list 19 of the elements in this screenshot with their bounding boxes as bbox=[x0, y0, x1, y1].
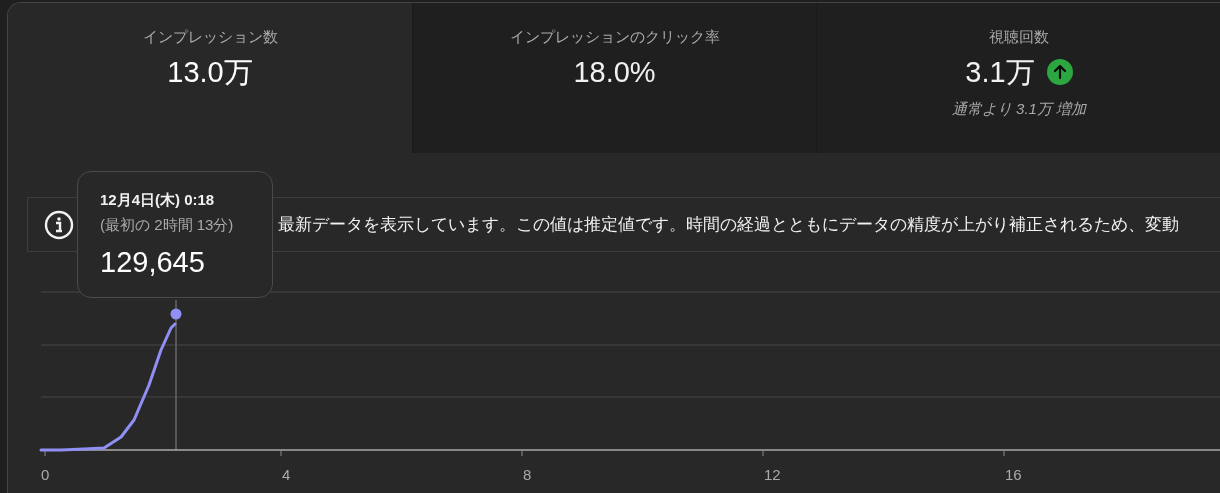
metric-tab[interactable]: 視聴回数 3.1万 通常より 3.1万 増加 bbox=[816, 3, 1220, 153]
metric-value: 13.0万 bbox=[167, 55, 253, 90]
info-text: 最新データを表示しています。この値は推定値です。時間の経過とともにデータの精度が上がり補正されるため、変動 bbox=[278, 213, 1179, 237]
axis-label: 16 bbox=[1005, 465, 1022, 485]
axis-label: 8 bbox=[523, 465, 532, 485]
metric-value: 3.1万 bbox=[965, 55, 1035, 90]
axis-label: 12 bbox=[764, 465, 781, 485]
axis-label: 4 bbox=[282, 465, 291, 485]
metric-note: 通常より 3.1万 増加 bbox=[951, 99, 1087, 119]
metric-tab[interactable]: インプレッションのクリック率 18.0% bbox=[412, 3, 816, 153]
axis-label: 0 bbox=[41, 465, 50, 485]
metric-label: 視聴回数 bbox=[989, 27, 1049, 47]
tooltip-value: 129,645 bbox=[100, 245, 206, 280]
info-icon bbox=[44, 209, 74, 240]
metric-label: インプレッション数 bbox=[142, 27, 278, 47]
tooltip-date: 12月4日(木) 0:18 bbox=[100, 190, 216, 210]
metric-label: インプレッションのクリック率 bbox=[509, 27, 720, 47]
metric-value: 18.0% bbox=[573, 55, 656, 90]
tooltip-elapsed: (最初の 2時間 13分) bbox=[100, 215, 235, 235]
